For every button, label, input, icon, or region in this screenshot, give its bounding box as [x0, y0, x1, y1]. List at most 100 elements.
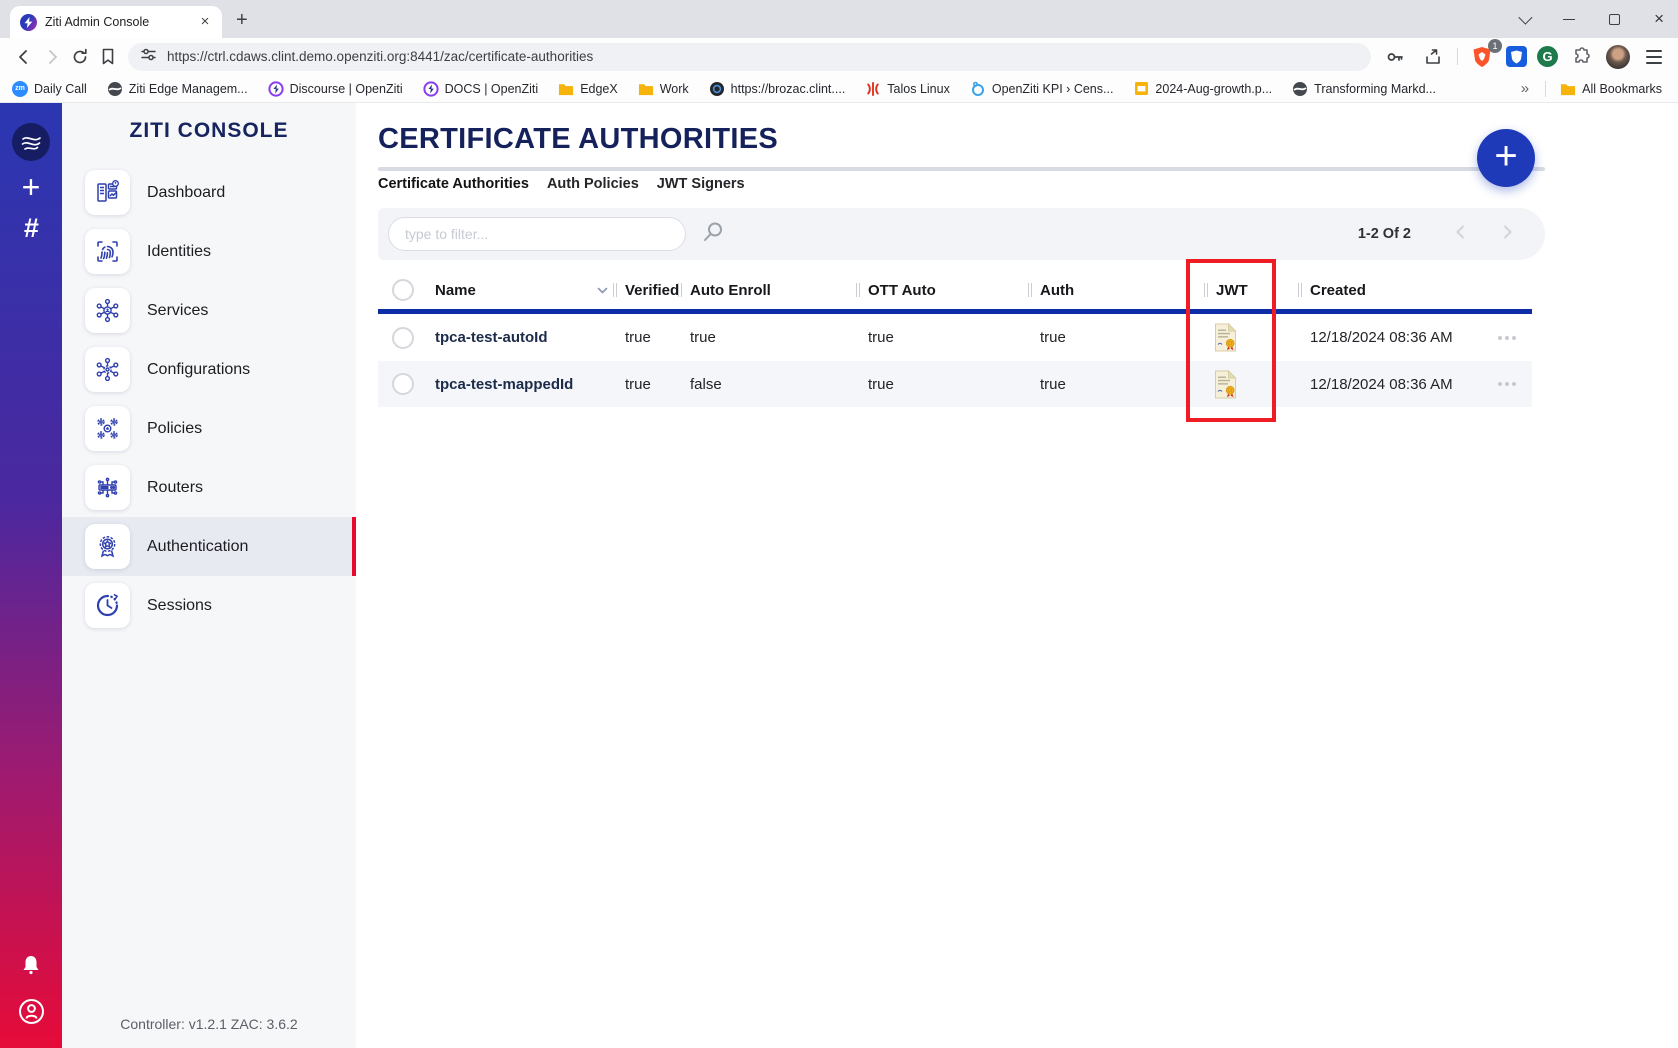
tab-jwt-signers[interactable]: JWT Signers [657, 176, 745, 192]
minimize-icon[interactable] [1563, 19, 1575, 20]
add-certificate-authority-button[interactable]: + [1477, 129, 1535, 187]
ca-name[interactable]: tpca-test-mappedId [435, 361, 573, 407]
column-auth[interactable]: Auth [1040, 271, 1074, 309]
openziti-ring-icon [423, 81, 439, 97]
profile-avatar[interactable] [1606, 45, 1630, 69]
auto-enroll-value: true [690, 314, 716, 361]
password-key-icon[interactable] [1381, 43, 1409, 71]
bookmark-icon[interactable] [94, 43, 122, 71]
bookmark-daily-call[interactable]: zm Daily Call [12, 81, 87, 97]
sidebar-item-authentication[interactable]: Authentication [62, 517, 356, 576]
select-all-checkbox[interactable] [392, 271, 414, 309]
tab-auth-policies[interactable]: Auth Policies [547, 176, 639, 192]
folder-icon [1560, 81, 1576, 97]
column-verified[interactable]: Verified [625, 271, 679, 309]
openziti-ring-icon [268, 81, 284, 97]
filter-input[interactable] [388, 217, 686, 251]
new-tab-button[interactable]: + [236, 9, 248, 32]
column-jwt[interactable]: JWT [1216, 271, 1248, 309]
jwt-certificate-icon[interactable] [1214, 314, 1237, 361]
folder-icon [558, 81, 574, 97]
bookmarks-bar: zm Daily Call Ziti Edge Managem... Disco… [0, 75, 1678, 103]
column-name[interactable]: Name [435, 271, 476, 309]
bookmark-brozac[interactable]: https://brozac.clint.... [709, 81, 846, 97]
tab-search-icon[interactable] [1519, 14, 1529, 24]
close-icon[interactable]: × [1654, 9, 1664, 29]
bookmark-folder-edgex[interactable]: EdgeX [558, 81, 618, 97]
bookmark-openziti-kpi[interactable]: OpenZiti KPI › Cens... [970, 81, 1114, 97]
column-ott-auto[interactable]: OTT Auto [868, 271, 936, 309]
bitwarden-icon[interactable] [1506, 46, 1527, 67]
browser-tab[interactable]: Ziti Admin Console × [10, 6, 222, 38]
bookmarks-overflow-chevrons[interactable]: » [1521, 80, 1529, 97]
sidebar-item-label: Services [147, 302, 208, 320]
prev-page-icon[interactable] [1453, 224, 1469, 245]
extensions-puzzle-icon[interactable] [1568, 43, 1596, 71]
filter-bar: 1-2 Of 2 [378, 208, 1545, 260]
dark-globe-icon [107, 81, 123, 97]
bookmark-transforming-markdown[interactable]: Transforming Markd... [1292, 81, 1436, 97]
bookmark-talos-linux[interactable]: Talos Linux [865, 81, 950, 97]
bookmark-discourse-openziti[interactable]: Discourse | OpenZiti [268, 81, 403, 97]
bookmark-folder-work[interactable]: Work [638, 81, 689, 97]
url-text[interactable]: https://ctrl.cdaws.clint.demo.openziti.o… [167, 49, 593, 64]
sidebar-item-label: Policies [147, 420, 202, 438]
tab-certificate-authorities[interactable]: Certificate Authorities [378, 176, 529, 192]
row-actions-icon[interactable] [1498, 314, 1516, 361]
sidebar-item-policies[interactable]: Policies [62, 399, 356, 458]
column-created[interactable]: Created [1310, 271, 1366, 309]
maximize-icon[interactable] [1609, 14, 1620, 25]
sort-chevron-icon[interactable] [596, 271, 609, 309]
site-settings-icon[interactable] [140, 46, 157, 68]
network-icon [85, 288, 130, 333]
sidebar-item-configurations[interactable]: Configurations [62, 340, 356, 399]
talos-icon [865, 81, 881, 97]
sidebar-item-label: Authentication [147, 538, 248, 556]
table-row[interactable]: tpca-test-autoId true true true true 12/… [378, 314, 1532, 361]
next-page-icon[interactable] [1499, 224, 1515, 245]
reload-icon[interactable] [66, 43, 94, 71]
sidebar-item-routers[interactable]: Routers [62, 458, 356, 517]
app-title: ZITI CONSOLE [62, 119, 356, 143]
sidebar-item-services[interactable]: Services [62, 281, 356, 340]
auto-enroll-value: false [690, 361, 722, 407]
rail-add-icon[interactable]: + [22, 171, 41, 203]
sidebar-item-label: Routers [147, 479, 203, 497]
notifications-bell-icon[interactable] [19, 953, 43, 982]
left-rail: + # [0, 103, 62, 1048]
folder-icon [638, 81, 654, 97]
back-icon[interactable] [10, 43, 38, 71]
forward-icon[interactable] [38, 43, 66, 71]
dashboard-icon [85, 170, 130, 215]
rail-hash-icon[interactable]: # [23, 215, 38, 242]
share-icon[interactable] [1419, 43, 1447, 71]
user-account-icon[interactable] [18, 998, 45, 1030]
toolbar-divider [1457, 48, 1458, 65]
row-actions-icon[interactable] [1498, 361, 1516, 407]
zoom-icon: zm [12, 81, 28, 97]
grammarly-icon[interactable]: G [1537, 46, 1558, 67]
title-underline [378, 167, 1545, 171]
sidebar-item-identities[interactable]: Identities [62, 222, 356, 281]
menu-hamburger-icon[interactable] [1640, 43, 1668, 71]
table-row[interactable]: tpca-test-mappedId true false true true … [378, 361, 1532, 407]
ca-name[interactable]: tpca-test-autoId [435, 314, 548, 361]
ziti-globe-logo[interactable] [12, 123, 50, 161]
sidebar-item-dashboard[interactable]: Dashboard [62, 163, 356, 222]
search-icon[interactable] [700, 219, 726, 250]
created-value: 12/18/2024 08:36 AM [1310, 361, 1453, 407]
bookmark-growth-doc[interactable]: 2024-Aug-growth.p... [1133, 81, 1272, 97]
brave-shield-icon[interactable]: 1 [1468, 43, 1496, 71]
fingerprint-icon [85, 229, 130, 274]
tab-close-icon[interactable]: × [196, 13, 214, 31]
row-checkbox[interactable] [392, 361, 414, 407]
all-bookmarks-button[interactable]: All Bookmarks [1560, 81, 1662, 97]
bookmark-ziti-edge[interactable]: Ziti Edge Managem... [107, 81, 248, 97]
jwt-certificate-icon[interactable] [1214, 361, 1237, 407]
shield-badge: 1 [1488, 39, 1502, 53]
column-auto-enroll[interactable]: Auto Enroll [690, 271, 771, 309]
address-bar[interactable]: https://ctrl.cdaws.clint.demo.openziti.o… [128, 43, 1371, 71]
row-checkbox[interactable] [392, 314, 414, 361]
sidebar-item-sessions[interactable]: Sessions [62, 576, 356, 635]
bookmark-docs-openziti[interactable]: DOCS | OpenZiti [423, 81, 539, 97]
